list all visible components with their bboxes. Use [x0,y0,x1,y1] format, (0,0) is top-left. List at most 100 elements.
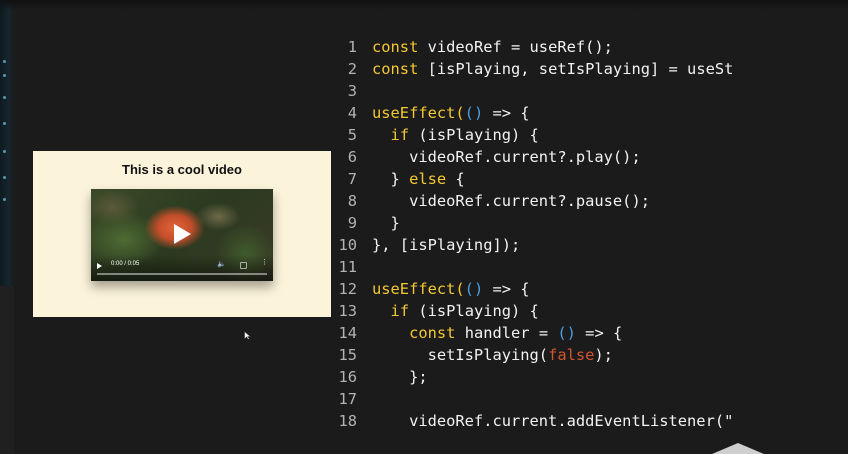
code-token: => { [575,324,623,342]
code-line: 15 setIsPlaying(false); [330,344,848,366]
code-token: { [446,170,465,188]
video-controls: 0:00 / 0:05 🔈 ⋮ [91,255,273,281]
code-line: 14 const handler = () => { [330,322,848,344]
top-shade [0,0,848,10]
code-line: 7 } else { [330,168,848,190]
code-text: const handler = () => { [372,322,622,344]
code-line: 12 useEffect(() => { [330,278,848,300]
fullscreen-icon[interactable] [240,262,247,269]
line-number: 15 [338,346,357,364]
volume-icon[interactable]: 🔈 [217,260,226,268]
code-line: 2 const [isPlaying, setIsPlaying] = useSt [330,58,848,80]
light-dot [3,122,6,125]
code-text: useEffect(() => { [372,278,530,300]
code-token: setIsPlaying( [372,346,549,364]
code-line: 9 } [330,212,848,234]
code-token: (isPlaying) { [409,302,539,320]
code-editor: 1 const videoRef = useRef(); 2 const [isPla… [330,36,848,432]
code-token: } [372,170,410,188]
presentation-slide: This is a cool video 0:00 / 0:05 🔈 ⋮ 1 co… [0,0,848,454]
preview-title: This is a cool video [122,162,242,177]
line-number: 1 [347,38,357,56]
line-number: 18 [338,412,357,430]
line-number: 11 [338,258,357,276]
line-number: 16 [338,368,357,386]
code-text: } [372,212,400,234]
code-token: false [548,346,595,364]
code-token: ); [594,346,613,364]
code-text: } else { [372,168,465,190]
video-time: 0:00 / 0:05 [111,261,140,267]
app-preview: This is a cool video 0:00 / 0:05 🔈 ⋮ [33,151,331,317]
code-token: if [390,302,410,320]
line-number: 5 [347,126,357,144]
video-player[interactable]: 0:00 / 0:05 🔈 ⋮ [91,189,273,281]
code-text: videoRef.current?.play(); [372,146,641,168]
code-token: else [409,170,447,188]
code-text: setIsPlaying(false); [372,344,613,366]
light-dot [3,96,6,99]
more-options-icon[interactable]: ⋮ [261,259,268,266]
code-line: 8 videoRef.current?.pause(); [330,190,848,212]
light-dot [3,150,6,153]
code-line: 16 }; [330,366,848,388]
code-token: useEffect( [372,104,465,122]
line-number: 8 [347,192,357,210]
light-dot [3,176,6,179]
line-number: 12 [338,280,357,298]
code-text: if (isPlaying) { [372,300,539,322]
line-number: 7 [347,170,357,188]
code-text: videoRef.current.addEventListener(" [372,410,733,432]
code-token: => { [483,104,530,122]
code-line: 11 [330,256,848,278]
code-text: videoRef.current?.pause(); [372,190,650,212]
mouse-pointer-icon [244,331,251,340]
code-token: useEffect( [372,280,465,298]
line-number: 3 [347,82,357,100]
code-line: 10 }, [isPlaying]); [330,234,848,256]
code-token: handler = [455,324,558,342]
play-small-icon[interactable] [97,263,102,269]
code-text: if (isPlaying) { [372,124,539,146]
code-token: videoRef.current?.play(); [372,148,641,166]
code-text: const videoRef = useRef(); [372,36,613,58]
play-icon[interactable] [169,222,193,246]
light-dot [3,198,6,201]
code-line: 6 videoRef.current?.play(); [330,146,848,168]
code-token: }; [372,368,428,386]
code-text: useEffect(() => { [372,102,530,124]
code-text: }, [isPlaying]); [372,234,520,256]
code-token: () [557,324,576,342]
code-text: }; [372,366,428,388]
code-token: } [372,214,400,232]
code-token: [isPlaying, setIsPlaying] = useSt [418,60,734,78]
light-dot [3,60,6,63]
line-number: 10 [338,236,357,254]
line-number: 13 [338,302,357,320]
code-token: () [464,280,484,298]
light-dot [3,74,6,77]
code-token: () [464,104,484,122]
video-progress-bar[interactable] [97,273,267,275]
code-line: 3 [330,80,848,102]
bottom-tab-indicator [712,443,764,454]
code-token: videoRef = useRef(); [418,38,613,56]
code-line: 1 const videoRef = useRef(); [330,36,848,58]
code-line: 5 if (isPlaying) { [330,124,848,146]
code-line: 18 videoRef.current.addEventListener(" [330,410,848,432]
code-line: 17 [330,388,848,410]
code-token: const [372,60,419,78]
line-number: 17 [338,390,357,408]
line-number: 4 [347,104,357,122]
code-token: videoRef.current?.pause(); [372,192,650,210]
background-strip [0,286,14,454]
code-token: if [390,126,410,144]
code-token: videoRef.current.addEventListener(" [372,412,734,430]
line-number: 9 [347,214,357,232]
code-line: 13 if (isPlaying) { [330,300,848,322]
code-token: const [372,38,419,56]
code-text: const [isPlaying, setIsPlaying] = useSt [372,58,733,80]
